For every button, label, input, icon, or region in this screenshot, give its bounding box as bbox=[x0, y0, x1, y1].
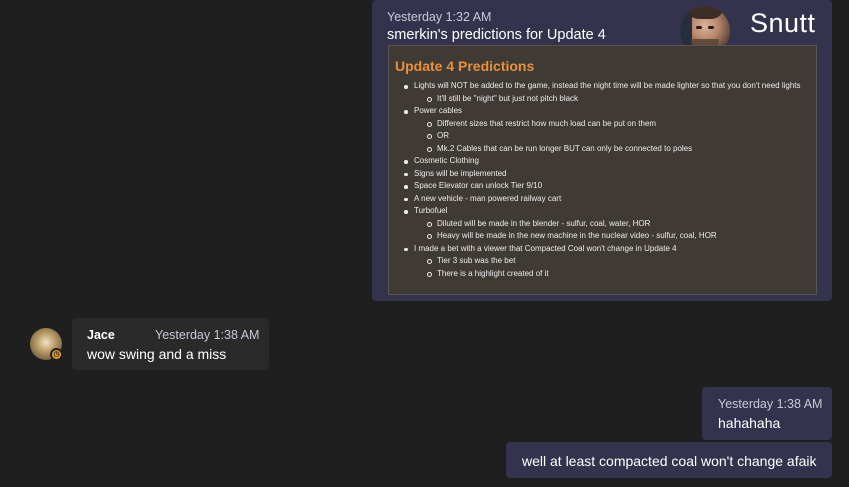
message-bubble-jace[interactable]: Jace Yesterday 1:38 AM wow swing and a m… bbox=[72, 318, 269, 370]
shared-image-predictions[interactable]: Update 4 Predictions Lights will NOT be … bbox=[388, 45, 817, 295]
card-title: Update 4 Predictions bbox=[395, 58, 535, 74]
prediction-item: A new vehicle - man powered railway cart bbox=[389, 193, 801, 206]
prediction-item: Turbofuel bbox=[389, 205, 801, 218]
message-timestamp: Yesterday 1:38 AM bbox=[155, 328, 260, 342]
message-text: smerkin's predictions for Update 4 bbox=[387, 27, 606, 43]
prediction-subitem: Different sizes that restrict how much l… bbox=[389, 118, 801, 131]
prediction-subitem: There is a highlight created of it bbox=[389, 268, 801, 281]
prediction-subitem: Heavy will be made in the new machine in… bbox=[389, 230, 801, 243]
message-bubble-hahahaha[interactable]: Yesterday 1:38 AM hahahaha bbox=[702, 387, 832, 440]
message-text: well at least compacted coal won't chang… bbox=[522, 453, 817, 469]
message-text: wow swing and a miss bbox=[87, 346, 227, 362]
clock-icon: ◷ bbox=[52, 350, 61, 359]
prediction-list: Lights will NOT be added to the game, in… bbox=[389, 80, 801, 280]
sender-name: Jace bbox=[87, 328, 115, 342]
prediction-item: Cosmetic Clothing bbox=[389, 155, 801, 168]
prediction-subitem: Diluted will be made in the blender - su… bbox=[389, 218, 801, 231]
prediction-item: Space Elevator can unlock Tier 9/10 bbox=[389, 180, 801, 193]
prediction-item: Lights will NOT be added to the game, in… bbox=[389, 80, 801, 93]
prediction-item: I made a bet with a viewer that Compacte… bbox=[389, 243, 801, 256]
prediction-subitem: It'll still be "night" but just not pitc… bbox=[389, 93, 801, 106]
message-bubble-compacted-coal[interactable]: well at least compacted coal won't chang… bbox=[506, 442, 832, 478]
prediction-subitem: Tier 3 sub was the bet bbox=[389, 255, 801, 268]
status-badge: ◷ bbox=[50, 348, 63, 361]
prediction-item: Signs will be implemented bbox=[389, 168, 801, 181]
prediction-subitem: OR bbox=[389, 130, 801, 143]
image-caption-snutt: Snutt bbox=[750, 8, 816, 38]
prediction-subitem: Mk.2 Cables that can be run longer BUT c… bbox=[389, 143, 801, 156]
prediction-item: Power cables bbox=[389, 105, 801, 118]
message-timestamp: Yesterday 1:32 AM bbox=[387, 10, 492, 24]
message-timestamp: Yesterday 1:38 AM bbox=[718, 397, 823, 411]
message-text: hahahaha bbox=[718, 415, 781, 431]
